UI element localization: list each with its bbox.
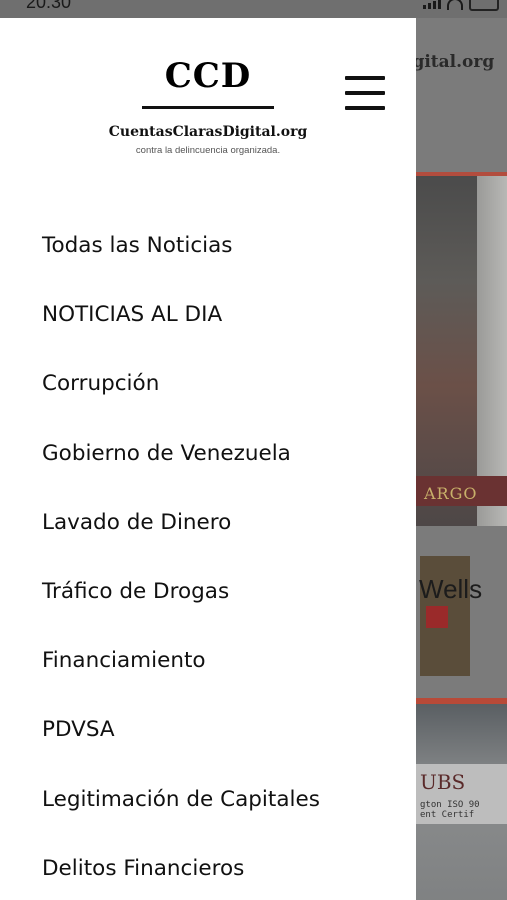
logo-site-name: CuentasClarasDigital.org bbox=[108, 124, 308, 140]
hamburger-bar bbox=[345, 76, 385, 80]
menu-item-financiamiento[interactable]: Financiamiento bbox=[0, 626, 416, 695]
hamburger-bar bbox=[345, 91, 385, 95]
menu-list: Todas las Noticias NOTICIAS AL DIA Corru… bbox=[0, 211, 416, 900]
logo-divider bbox=[142, 106, 274, 109]
status-time: 20:30 bbox=[26, 0, 72, 12]
logo-tagline: contra la delincuencia organizada. bbox=[135, 145, 281, 156]
menu-item-trafico-de-drogas[interactable]: Tráfico de Drogas bbox=[0, 557, 416, 626]
background-article-image-2[interactable]: UBS gton ISO 90 ent Certif bbox=[416, 698, 507, 900]
menu-item-noticias-al-dia[interactable]: NOTICIAS AL DIA bbox=[0, 280, 416, 349]
menu-item-delitos-financieros[interactable]: Delitos Financieros bbox=[0, 834, 416, 900]
menu-item-gobierno-de-venezuela[interactable]: Gobierno de Venezuela bbox=[0, 419, 416, 488]
status-icons bbox=[423, 0, 499, 11]
site-logo[interactable]: CCD CuentasClarasDigital.org contra la d… bbox=[108, 56, 308, 156]
logo-title: CCD bbox=[164, 56, 252, 96]
iso-sign-text: gton ISO 90 ent Certif bbox=[420, 800, 480, 820]
menu-item-lavado-de-dinero[interactable]: Lavado de Dinero bbox=[0, 488, 416, 557]
battery-icon bbox=[469, 0, 499, 11]
background-article-image[interactable]: ARGO bbox=[416, 172, 507, 676]
background-headline[interactable]: Wells bbox=[419, 574, 482, 605]
status-bar: 20:30 bbox=[0, 0, 507, 18]
awning-text: ARGO bbox=[424, 484, 478, 503]
hamburger-menu-icon[interactable] bbox=[345, 76, 387, 112]
signal-icon bbox=[423, 0, 441, 9]
navigation-drawer: CCD CuentasClarasDigital.org contra la d… bbox=[0, 18, 416, 900]
background-site-name: igital.org bbox=[406, 52, 495, 72]
menu-item-legitimacion-de-capitales[interactable]: Legitimación de Capitales bbox=[0, 765, 416, 834]
screen: igital.org ARGO Wells UBS gton ISO 90 ent… bbox=[0, 0, 507, 900]
menu-item-todas-las-noticias[interactable]: Todas las Noticias bbox=[0, 211, 416, 280]
red-sign bbox=[426, 606, 448, 628]
building-pillar bbox=[477, 176, 507, 526]
hamburger-bar bbox=[345, 106, 385, 110]
menu-item-pdvsa[interactable]: PDVSA bbox=[0, 695, 416, 764]
ubs-logo-text: UBS bbox=[420, 770, 466, 794]
wifi-icon bbox=[447, 0, 463, 10]
menu-item-corrupcion[interactable]: Corrupción bbox=[0, 349, 416, 418]
